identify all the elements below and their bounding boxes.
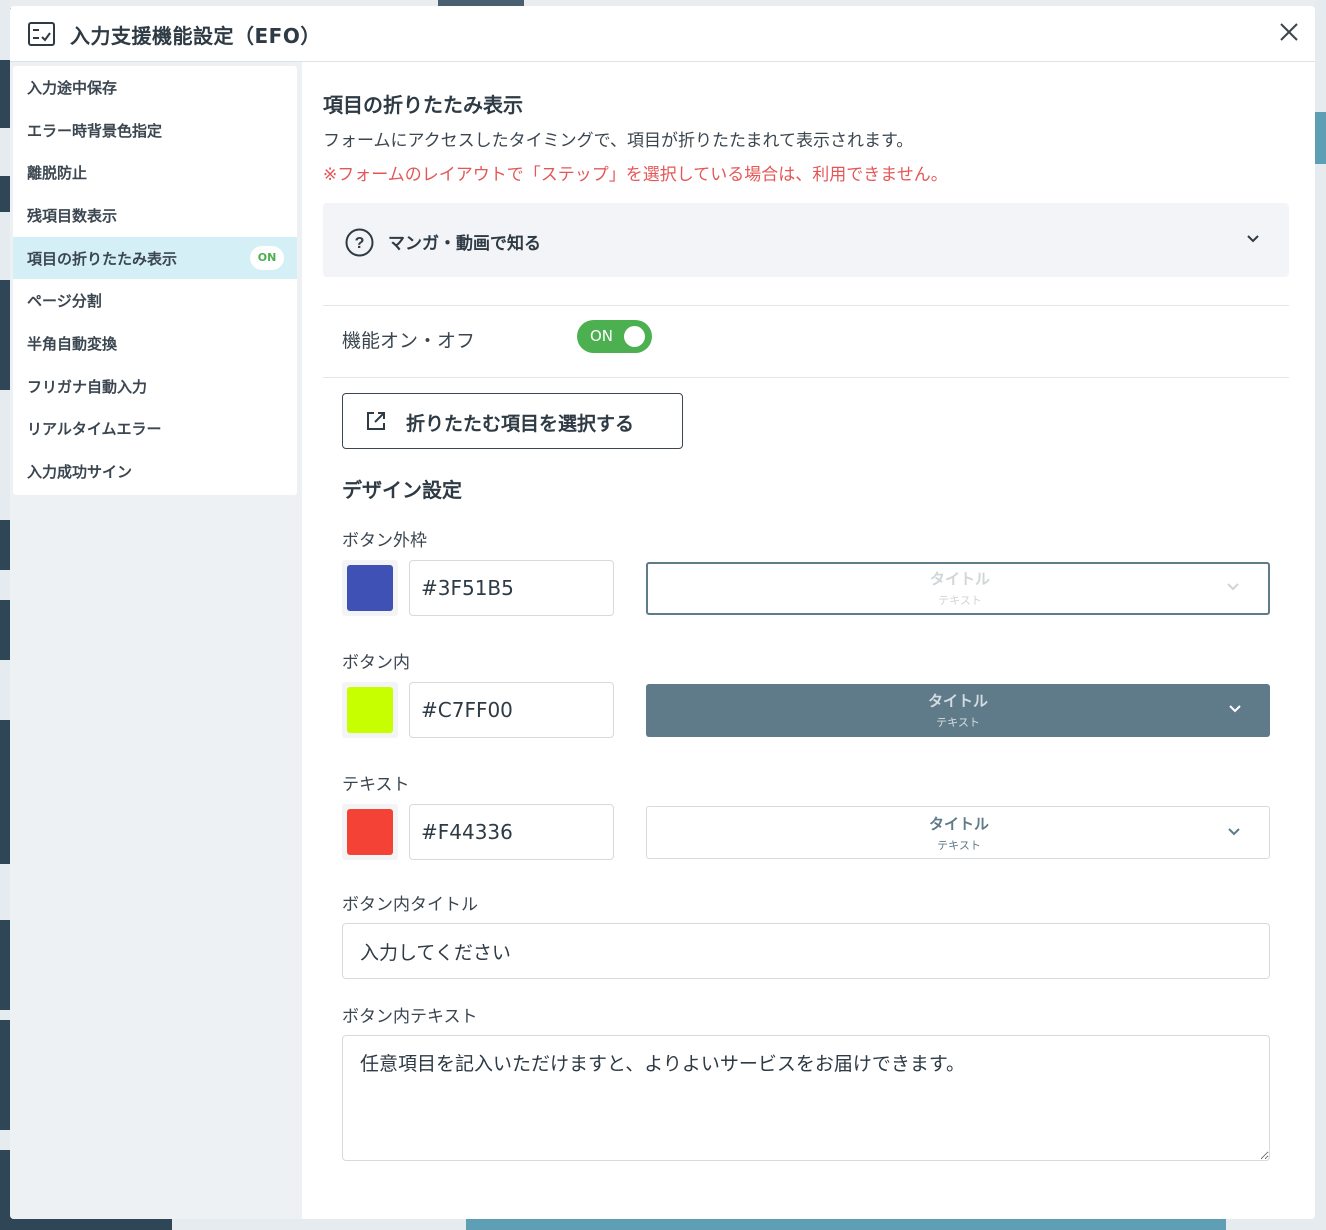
status-badge: ON xyxy=(250,245,284,270)
sidebar-item-label: 入力成功サイン xyxy=(27,463,133,482)
color-swatch-fill xyxy=(347,565,393,611)
chevron-down-icon xyxy=(1227,583,1239,591)
section-title: 項目の折りたたみ表示 xyxy=(323,93,523,117)
sidebar-item-label: 離脱防止 xyxy=(27,164,88,183)
sidebar: 入力途中保存 エラー時背景色指定 離脱防止 残項目数表示 項目の折りたたみ表示 … xyxy=(10,62,302,1219)
border-color-label: ボタン外枠 xyxy=(342,531,427,551)
toggle-state-text: ON xyxy=(590,327,614,345)
button-inner-color-label: ボタン内 xyxy=(342,653,410,673)
sidebar-item-success-sign[interactable]: 入力成功サイン xyxy=(13,450,297,493)
toggle-label: 機能オン・オフ xyxy=(342,330,476,352)
external-link-icon xyxy=(367,412,385,430)
preview-title: タイトル xyxy=(929,570,990,588)
text-color-label: テキスト xyxy=(342,775,410,795)
border-color-swatch[interactable] xyxy=(342,560,398,616)
background-app-bottom-blue xyxy=(466,1218,1226,1230)
sidebar-item-label: フリガナ自動入力 xyxy=(27,377,148,396)
sidebar-item-halfwidth-convert[interactable]: 半角自動変換 xyxy=(13,322,297,365)
select-collapse-items-button[interactable]: 折りたたむ項目を選択する xyxy=(342,393,683,449)
color-swatch-fill xyxy=(347,687,393,733)
sidebar-item-label: リアルタイムエラー xyxy=(27,420,162,439)
divider xyxy=(323,377,1289,378)
accordion-label: マンガ・動画で知る xyxy=(388,234,541,254)
sidebar-item-label: 項目の折りたたみ表示 xyxy=(27,249,178,268)
sidebar-item-label: ページ分割 xyxy=(27,292,102,311)
help-circle-icon: ? xyxy=(345,228,374,257)
toggle-knob xyxy=(624,326,645,347)
sidebar-item-label: 半角自動変換 xyxy=(27,334,118,353)
background-app-right xyxy=(1314,0,1326,1230)
sidebar-item-collapse-display[interactable]: 項目の折りたたみ表示 ON xyxy=(13,236,297,280)
preview-title: タイトル xyxy=(928,815,989,833)
chevron-down-icon xyxy=(1229,705,1241,713)
design-settings-title: デザイン設定 xyxy=(342,478,462,502)
button-title-label: ボタン内タイトル xyxy=(342,895,478,915)
background-app-left xyxy=(0,0,10,1230)
button-inner-color-input[interactable] xyxy=(409,682,614,738)
sidebar-item-page-split[interactable]: ページ分割 xyxy=(13,279,297,322)
text-color-preview[interactable]: タイトル テキスト xyxy=(646,806,1270,859)
preview-title: タイトル xyxy=(927,692,988,710)
select-collapse-items-label: 折りたたむ項目を選択する xyxy=(406,413,635,435)
button-title-input[interactable] xyxy=(342,923,1270,979)
border-color-preview[interactable]: タイトル テキスト xyxy=(646,562,1270,615)
main-panel: 項目の折りたたみ表示 フォームにアクセスしたタイミングで、項目が折りたたまれて表… xyxy=(302,62,1315,1219)
sidebar-item-label: 入力途中保存 xyxy=(27,78,118,97)
button-inner-color-swatch[interactable] xyxy=(342,682,398,738)
button-text-label: ボタン内テキスト xyxy=(342,1007,478,1027)
modal-title: 入力支援機能設定（EFO） xyxy=(70,24,321,48)
border-color-input[interactable] xyxy=(409,560,614,616)
close-icon[interactable] xyxy=(1277,20,1301,44)
sidebar-item-label: 残項目数表示 xyxy=(27,206,118,225)
color-swatch-fill xyxy=(347,809,393,855)
sidebar-item-label: エラー時背景色指定 xyxy=(27,121,163,140)
text-color-swatch[interactable] xyxy=(342,804,398,860)
section-warning: ※フォームのレイアウトで「ステップ」を選択している場合は、利用できません。 xyxy=(323,165,948,185)
sidebar-item-remaining-count[interactable]: 残項目数表示 xyxy=(13,194,297,237)
button-inner-color-preview[interactable]: タイトル テキスト xyxy=(646,684,1270,737)
chevron-down-icon xyxy=(1228,828,1240,836)
sidebar-item-error-bg[interactable]: エラー時背景色指定 xyxy=(13,109,297,152)
sidebar-item-furigana[interactable]: フリガナ自動入力 xyxy=(13,365,297,408)
sidebar-item-exit-prevention[interactable]: 離脱防止 xyxy=(13,151,297,194)
text-color-input[interactable] xyxy=(409,804,614,860)
preview-text: テキスト xyxy=(938,594,982,607)
sidebar-item-realtime-error[interactable]: リアルタイムエラー xyxy=(13,408,297,451)
efo-settings-modal: 入力支援機能設定（EFO） 入力途中保存 エラー時背景色指定 離脱防止 残項目数… xyxy=(10,6,1315,1219)
manga-video-accordion[interactable]: ? マンガ・動画で知る xyxy=(323,203,1289,277)
background-app-bottom-dark xyxy=(0,1218,172,1230)
feature-toggle[interactable]: ON xyxy=(577,320,652,353)
button-text-textarea[interactable]: 任意項目を記入いただけますと、よりよいサービスをお届けできます。 xyxy=(342,1035,1270,1161)
section-description: フォームにアクセスしたタイミングで、項目が折りたたまれて表示されます。 xyxy=(323,131,914,151)
svg-text:?: ? xyxy=(355,235,365,252)
modal-header: 入力支援機能設定（EFO） xyxy=(10,6,1315,62)
preview-text: テキスト xyxy=(936,716,980,729)
sidebar-menu: 入力途中保存 エラー時背景色指定 離脱防止 残項目数表示 項目の折りたたみ表示 … xyxy=(13,66,297,495)
chevron-down-icon xyxy=(1247,235,1259,243)
preview-text: テキスト xyxy=(937,839,981,852)
sidebar-item-input-save[interactable]: 入力途中保存 xyxy=(13,66,297,109)
divider xyxy=(323,305,1289,306)
checklist-icon xyxy=(28,22,55,46)
